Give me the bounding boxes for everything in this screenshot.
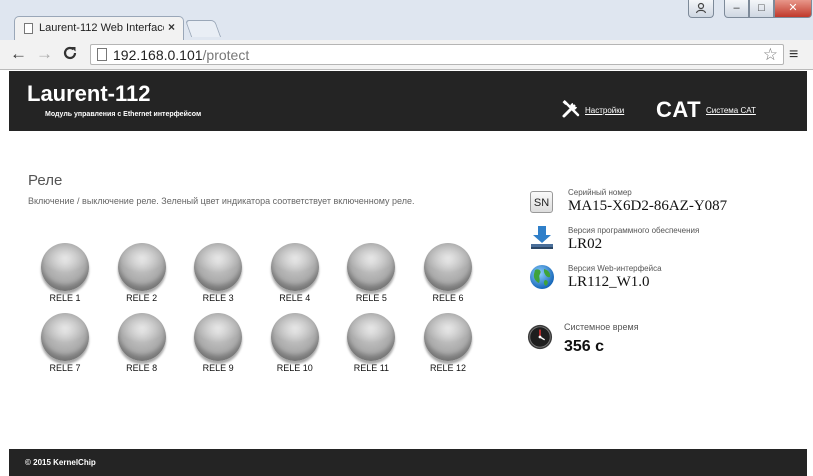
- reload-arrow-icon: [63, 46, 77, 60]
- relay-label: RELE 10: [276, 363, 313, 373]
- browser-toolbar: ← → 192.168.0.101/protect ☆ ≡: [0, 40, 813, 70]
- relay-button[interactable]: RELE 2: [117, 243, 177, 307]
- relay-label: RELE 6: [432, 293, 464, 303]
- system-time-label: Системное время: [564, 322, 639, 332]
- relay-indicator[interactable]: [347, 313, 396, 361]
- relay-label: RELE 2: [126, 293, 158, 303]
- tab-title: Laurent-112 Web Interface: [39, 22, 164, 34]
- relay-label: RELE 4: [279, 293, 311, 303]
- relay-label: RELE 11: [353, 363, 390, 373]
- relay-label: RELE 7: [49, 363, 81, 373]
- copyright-text: © 2015 KernelChip: [25, 458, 96, 467]
- relay-indicator[interactable]: [424, 313, 472, 361]
- forward-icon[interactable]: →: [36, 45, 53, 63]
- firmware-value: LR02: [568, 236, 603, 252]
- relay-indicator[interactable]: [270, 243, 319, 291]
- main-content: Реле Включение / выключение реле. Зелены…: [9, 131, 807, 449]
- firmware-label: Версия программного обеспечения: [568, 226, 700, 235]
- serial-label: Серийный номер: [568, 188, 632, 197]
- bookmark-star-icon[interactable]: ☆: [763, 45, 778, 64]
- relay-button[interactable]: RELE 3: [193, 243, 253, 307]
- page-icon: [24, 23, 33, 34]
- maximize-button[interactable]: □: [749, 0, 774, 18]
- serial-number-icon: SN: [530, 191, 553, 213]
- relay-indicator[interactable]: [117, 243, 166, 291]
- cat-system-link[interactable]: Система CAT: [706, 106, 756, 115]
- relay-indicator[interactable]: [347, 243, 396, 291]
- cat-logo: CAT: [656, 97, 702, 122]
- relay-label: RELE 12: [429, 363, 467, 373]
- browser-chrome: Laurent-112 Web Interface × – □ ✕ ← → 19…: [0, 0, 813, 70]
- browser-menu-icon[interactable]: ≡: [789, 46, 798, 64]
- relay-button[interactable]: RELE 5: [346, 243, 406, 307]
- device-subtitle: Модуль управления с Ethernet интерфейсом: [45, 111, 202, 118]
- relay-indicator[interactable]: [117, 313, 166, 361]
- close-window-button[interactable]: ✕: [774, 0, 812, 18]
- relay-indicator[interactable]: [41, 243, 89, 291]
- address-bar[interactable]: 192.168.0.101/protect ☆: [90, 44, 784, 65]
- url-text: 192.168.0.101/protect: [113, 47, 249, 63]
- settings-link[interactable]: Настройки: [585, 106, 624, 115]
- section-description: Включение / выключение реле. Зеленый цве…: [28, 196, 415, 206]
- title-bar: Laurent-112 Web Interface × – □ ✕: [0, 0, 813, 40]
- tab-close-icon[interactable]: ×: [168, 20, 175, 34]
- relay-button[interactable]: RELE 4: [270, 243, 330, 307]
- relay-button[interactable]: RELE 10: [270, 313, 330, 377]
- firmware-download-icon: [531, 226, 553, 249]
- relay-indicator[interactable]: [41, 313, 89, 361]
- relay-label: RELE 9: [202, 363, 234, 373]
- back-icon[interactable]: ←: [10, 45, 27, 63]
- user-icon: [695, 2, 707, 14]
- relay-label: RELE 3: [202, 293, 234, 303]
- relay-button[interactable]: RELE 7: [40, 313, 100, 377]
- web-version-label: Версия Web-интерфейса: [568, 264, 662, 273]
- relay-button[interactable]: RELE 9: [193, 313, 253, 377]
- web-version-value: LR112_W1.0: [568, 274, 650, 290]
- new-tab-button[interactable]: [184, 20, 222, 37]
- relay-indicator[interactable]: [194, 243, 243, 291]
- relay-button[interactable]: RELE 8: [117, 313, 177, 377]
- page-header: Laurent-112 Модуль управления с Ethernet…: [9, 71, 807, 131]
- relay-button[interactable]: RELE 6: [423, 243, 483, 307]
- relay-indicator[interactable]: [424, 243, 472, 291]
- url-host: 192.168.0.101: [113, 47, 203, 63]
- globe-icon: [530, 265, 554, 289]
- page-footer: © 2015 KernelChip: [9, 449, 807, 476]
- clock-icon: [527, 324, 553, 350]
- relay-button[interactable]: RELE 12: [423, 313, 483, 377]
- browser-tab[interactable]: Laurent-112 Web Interface ×: [14, 16, 184, 40]
- relay-label: RELE 5: [355, 293, 387, 303]
- tools-icon[interactable]: [561, 99, 581, 119]
- relay-button[interactable]: RELE 11: [346, 313, 406, 377]
- device-title: Laurent-112: [27, 81, 151, 106]
- minimize-button[interactable]: –: [724, 0, 749, 18]
- section-title: Реле: [28, 172, 63, 189]
- user-profile-button[interactable]: [688, 0, 714, 18]
- relay-label: RELE 8: [126, 363, 158, 373]
- relay-button[interactable]: RELE 1: [40, 243, 100, 307]
- reload-icon[interactable]: [62, 45, 78, 64]
- relay-label: RELE 1: [49, 293, 81, 303]
- serial-value: MA15-X6D2-86AZ-Y087: [568, 198, 728, 214]
- relay-indicator[interactable]: [194, 313, 243, 361]
- url-path: /protect: [202, 47, 250, 63]
- relay-indicator[interactable]: [270, 313, 319, 361]
- page-icon: [97, 48, 107, 61]
- system-time-value: 356 с: [564, 338, 605, 355]
